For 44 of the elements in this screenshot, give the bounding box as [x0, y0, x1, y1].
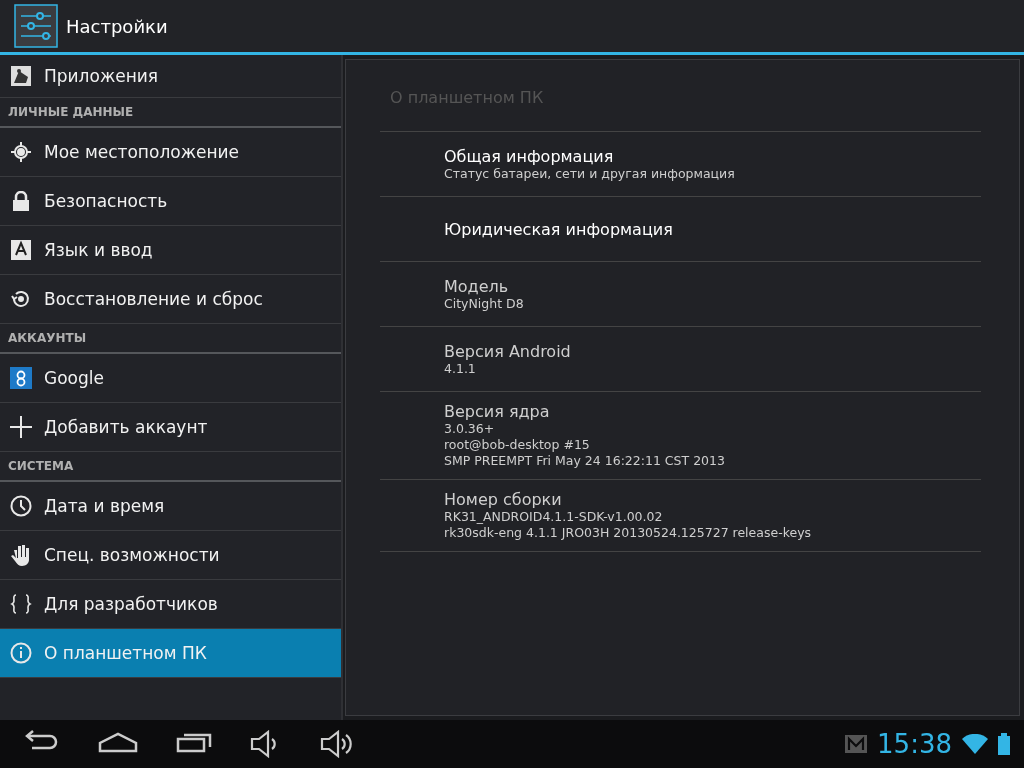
preference-summary: Статус батареи, сети и другая информация — [444, 165, 736, 182]
preference-title: Версия Android — [444, 341, 572, 361]
screen-title: Настройки — [66, 15, 168, 37]
sidebar-item[interactable]: Приложения — [0, 55, 341, 98]
clock-icon — [10, 495, 32, 517]
category-header: АККАУНТЫ — [0, 324, 341, 354]
category-header: СИСТЕМА — [0, 452, 341, 482]
wifi-icon — [962, 734, 988, 754]
keyboard-letter-icon — [11, 240, 31, 260]
mail-icon — [845, 735, 868, 753]
info-icon — [10, 642, 32, 664]
braces-icon — [10, 593, 32, 615]
preference-summary: SMP PREEMPT Fri May 24 16:22:11 CST 2013 — [444, 453, 726, 469]
preference-title: Версия ядра — [444, 402, 551, 421]
sidebar-item[interactable]: Язык и ввод — [0, 226, 341, 275]
preference-summary: RK31_ANDROID4.1.1-SDK-v1.00.02 — [444, 509, 664, 525]
preference-summary: 4.1.1 — [444, 360, 477, 377]
clock-time: 15:38 — [877, 729, 952, 759]
preference-title: Модель — [444, 276, 510, 296]
sidebar-item[interactable]: Дата и время — [0, 482, 341, 531]
preference-summary: CityNight D8 — [444, 295, 525, 312]
preference-title[interactable]: Юридическая информация — [444, 219, 981, 239]
settings-sliders-icon[interactable] — [14, 4, 58, 48]
preference-title[interactable]: Общая информация — [444, 146, 981, 166]
restore-icon — [10, 288, 32, 310]
sidebar-item[interactable]: Google — [0, 354, 341, 403]
sidebar-item[interactable]: О планшетном ПК — [0, 629, 341, 678]
location-icon — [10, 141, 32, 163]
battery-icon — [998, 733, 1010, 755]
preference-summary: rk30sdk-eng 4.1.1 JRO03H 20130524.125727 release-keys — [444, 525, 813, 541]
plus-icon — [10, 416, 32, 438]
sidebar-item[interactable]: Спец. возможности — [0, 531, 341, 580]
sidebar-item[interactable]: Восстановление и сброс — [0, 275, 341, 324]
home-icon[interactable] — [98, 730, 138, 754]
lock-icon — [12, 191, 30, 211]
preference-summary: 3.0.36+ — [444, 421, 496, 437]
preference-summary: root@bob-desktop #15 — [444, 437, 591, 453]
category-header: ЛИЧНЫЕ ДАННЫЕ — [0, 98, 341, 128]
sidebar-item[interactable]: Безопасность — [0, 177, 341, 226]
sidebar-item[interactable]: Мое местоположение — [0, 128, 341, 177]
preference-title: Номер сборки — [444, 490, 563, 509]
hand-icon — [10, 544, 32, 566]
sidebar-item[interactable]: Добавить аккаунт — [0, 403, 341, 452]
image-icon — [10, 65, 32, 87]
